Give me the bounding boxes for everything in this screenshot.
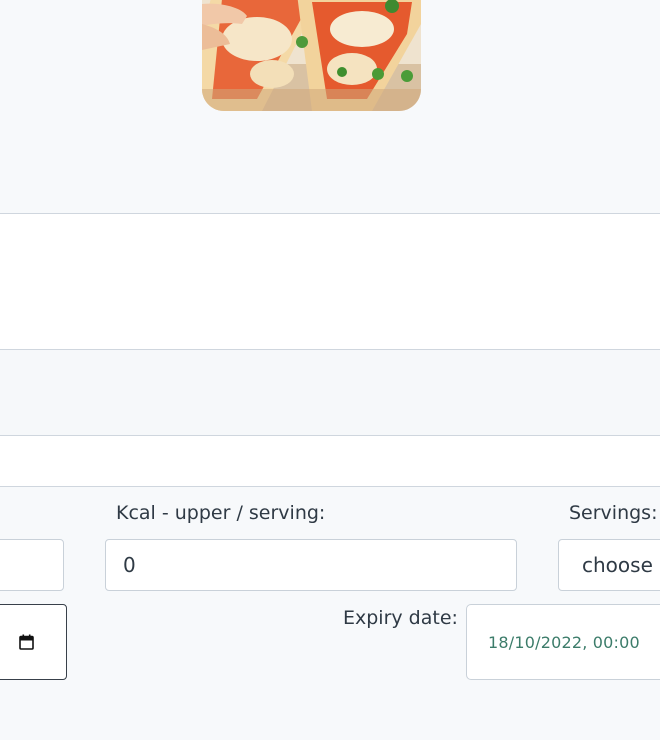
expiry-date-input[interactable]: 18/10/2022, 00:00 [466, 604, 660, 680]
kcal-upper-input[interactable]: 0 [105, 539, 517, 591]
section-band [0, 435, 660, 487]
recipe-form-page: Kcal - upper / serving: 0 Servings: choo… [0, 0, 660, 740]
expiry-date-value: 18/10/2022, 00:00 [488, 632, 640, 652]
kcal-upper-label: Kcal - upper / serving: [116, 502, 326, 524]
section-band [0, 213, 660, 350]
servings-select[interactable]: choose [558, 539, 660, 591]
calendar-icon[interactable] [19, 634, 34, 650]
pizza-image [202, 0, 421, 111]
kcal-upper-value: 0 [123, 553, 136, 577]
servings-label: Servings: [569, 502, 658, 524]
recipe-photo [202, 0, 421, 111]
section-band [0, 349, 660, 436]
divider [0, 486, 660, 487]
kcal-lower-input[interactable] [0, 539, 64, 591]
start-date-input[interactable] [0, 604, 67, 680]
expiry-date-label: Expiry date: [343, 607, 458, 629]
servings-selected-value: choose [582, 553, 653, 577]
